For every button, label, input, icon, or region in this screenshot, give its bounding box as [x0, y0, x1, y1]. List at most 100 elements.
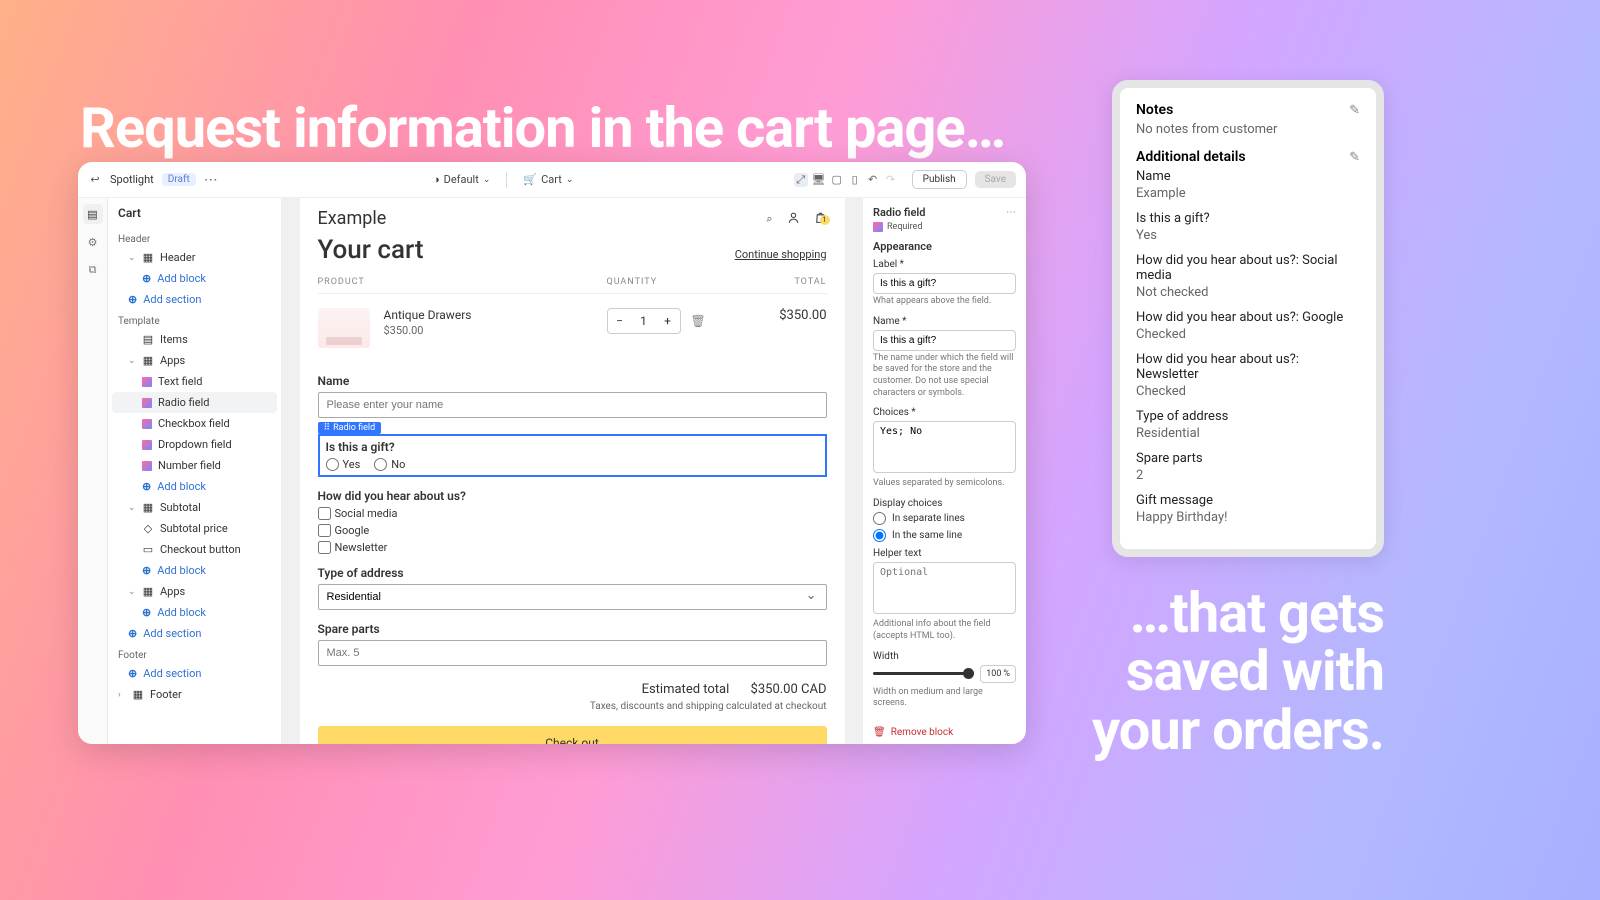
radio-field-preview[interactable]: Is this a gift? Yes No — [318, 434, 827, 477]
apps-icon[interactable]: ⧉ — [83, 260, 103, 280]
default-dropdown[interactable]: ◑ Default ⌄ — [433, 172, 490, 188]
footer-section[interactable]: ›▦Footer — [108, 684, 281, 705]
items-section[interactable]: ⌄▤Items — [108, 329, 281, 350]
label-field[interactable] — [873, 273, 1016, 294]
text-field-block[interactable]: Text field — [108, 371, 281, 392]
col-product: PRODUCT — [318, 277, 607, 287]
inspector-panel: Radio field ⋯ Required Appearance Label … — [862, 198, 1026, 744]
checkbox-field-block[interactable]: Checkbox field — [108, 413, 281, 434]
remove-item-icon[interactable]: 🗑 — [691, 314, 706, 328]
helper-hint: Additional info about the field (accepts… — [873, 619, 1016, 642]
qty-plus[interactable]: + — [656, 309, 680, 333]
add-section-template[interactable]: ⊕Add section — [108, 623, 281, 644]
default-label: Default — [444, 173, 479, 186]
helper-field[interactable] — [873, 562, 1016, 614]
add-block-apps[interactable]: ⊕Add block — [108, 476, 281, 497]
line-total: $350.00 — [747, 308, 827, 323]
quantity-stepper[interactable]: − 1 + — [607, 308, 681, 334]
grab-icon: ⠿ — [324, 423, 331, 433]
headline-bottom: …that getssaved withyour orders. — [1092, 584, 1384, 760]
name-field-inspector[interactable] — [873, 330, 1016, 351]
account-icon[interactable] — [787, 211, 800, 227]
hear-google[interactable]: Google — [318, 524, 827, 537]
width-value[interactable]: 100% — [980, 665, 1016, 683]
undo-icon[interactable]: ↶ — [866, 173, 880, 187]
width-slider[interactable] — [873, 672, 974, 675]
inspector-toggle-icon[interactable]: ⤢ — [794, 173, 808, 187]
inspector-title: Radio field — [873, 206, 925, 219]
qty-value: 1 — [632, 309, 656, 333]
radio-field-block[interactable]: Radio field — [112, 392, 277, 413]
redo-icon[interactable]: ↷ — [884, 173, 898, 187]
add-section-footer[interactable]: ⊕Add section — [108, 663, 281, 684]
hear-newsletter[interactable]: Newsletter — [318, 541, 827, 554]
header-section[interactable]: ⌄▦Header — [108, 247, 281, 268]
choices-hint: Values separated by semicolons. — [873, 478, 1016, 490]
page-dropdown[interactable]: 🛒 Cart ⌄ — [523, 172, 573, 188]
gift-yes[interactable]: Yes — [326, 458, 361, 471]
edit-notes-icon[interactable]: ✎ — [1349, 103, 1360, 118]
cart-icon: 🛒 — [523, 173, 537, 186]
trash-icon: 🗑 — [873, 727, 886, 738]
detail-item: Gift messageHappy Birthday! — [1136, 493, 1360, 525]
bag-count-badge: 1 — [820, 215, 830, 225]
more-icon[interactable]: ⋯ — [204, 172, 219, 188]
add-block-header[interactable]: ⊕Add block — [108, 268, 281, 289]
header-group-label: Header — [108, 228, 281, 247]
name-field[interactable] — [318, 392, 827, 418]
tablet-icon[interactable]: ▢ — [830, 173, 844, 187]
dropdown-field-block[interactable]: Dropdown field — [108, 434, 281, 455]
headline-top: Request information in the cart page… — [80, 95, 1005, 161]
desktop-icon[interactable]: 🖥 — [812, 173, 826, 187]
add-section-header[interactable]: ⊕Add section — [108, 289, 281, 310]
checkout-button[interactable]: Check out — [318, 726, 827, 744]
block-tag: ⠿Radio field — [318, 422, 382, 434]
publish-button[interactable]: Publish — [912, 170, 967, 189]
spare-field[interactable] — [318, 640, 827, 666]
tax-note: Taxes, discounts and shipping calculated… — [318, 701, 827, 712]
name-field-label: Name * — [873, 316, 1016, 327]
detail-item: Is this a gift?Yes — [1136, 211, 1360, 243]
detail-item: How did you hear about us?: Social media… — [1136, 253, 1360, 300]
left-rail: ▤ ⚙ ⧉ — [78, 198, 108, 744]
number-field-block[interactable]: Number field — [108, 455, 281, 476]
apps-section[interactable]: ⌄▦Apps — [108, 350, 281, 371]
address-select[interactable]: Residential — [318, 584, 827, 610]
checkout-button-block[interactable]: ▭Checkout button — [108, 539, 281, 560]
additional-details-title: Additional details — [1136, 149, 1246, 165]
add-block-apps2[interactable]: ⊕Add block — [108, 602, 281, 623]
remove-block-button[interactable]: 🗑 Remove block — [873, 727, 953, 738]
theme-settings-icon[interactable]: ⚙ — [83, 232, 103, 252]
theme-name: Spotlight — [110, 173, 154, 186]
palette-icon: ◑ — [433, 173, 440, 186]
display-separate[interactable]: In separate lines — [873, 512, 1016, 525]
display-choices-label: Display choices — [873, 498, 1016, 509]
apps-section-2[interactable]: ⌄▦Apps — [108, 581, 281, 602]
col-quantity: QUANTITY — [607, 277, 747, 287]
subtotal-price-block[interactable]: ◇Subtotal price — [108, 518, 281, 539]
add-block-subtotal[interactable]: ⊕Add block — [108, 560, 281, 581]
cart-line-item: Antique Drawers $350.00 − 1 + 🗑 $350.00 — [318, 294, 827, 362]
gift-no[interactable]: No — [374, 458, 405, 471]
mobile-icon[interactable]: ▯ — [848, 173, 862, 187]
store-logo: Example — [318, 208, 387, 229]
choices-field[interactable] — [873, 421, 1016, 473]
subtotal-section[interactable]: ⌄▦Subtotal — [108, 497, 281, 518]
inspector-more-icon[interactable]: ⋯ — [1006, 207, 1016, 218]
notes-card: Notes ✎ No notes from customer Additiona… — [1112, 80, 1384, 557]
continue-shopping-link[interactable]: Continue shopping — [735, 248, 827, 261]
edit-details-icon[interactable]: ✎ — [1349, 150, 1360, 165]
hear-social[interactable]: Social media — [318, 507, 827, 520]
qty-minus[interactable]: − — [608, 309, 632, 333]
width-hint: Width on medium and large screens. — [873, 687, 1016, 710]
sections-icon[interactable]: ▤ — [83, 204, 103, 224]
detail-item: How did you hear about us?: NewsletterCh… — [1136, 352, 1360, 399]
search-icon[interactable]: ⌕ — [766, 212, 772, 226]
template-group-label: Template — [108, 310, 281, 329]
display-same[interactable]: In the same line — [873, 529, 1016, 542]
bag-icon[interactable]: 1 — [814, 210, 827, 228]
back-icon[interactable]: ↩ — [88, 173, 102, 187]
product-price: $350.00 — [384, 324, 607, 337]
chevron-down-icon: ⌄ — [483, 175, 491, 185]
label-field-label: Label * — [873, 259, 1016, 270]
